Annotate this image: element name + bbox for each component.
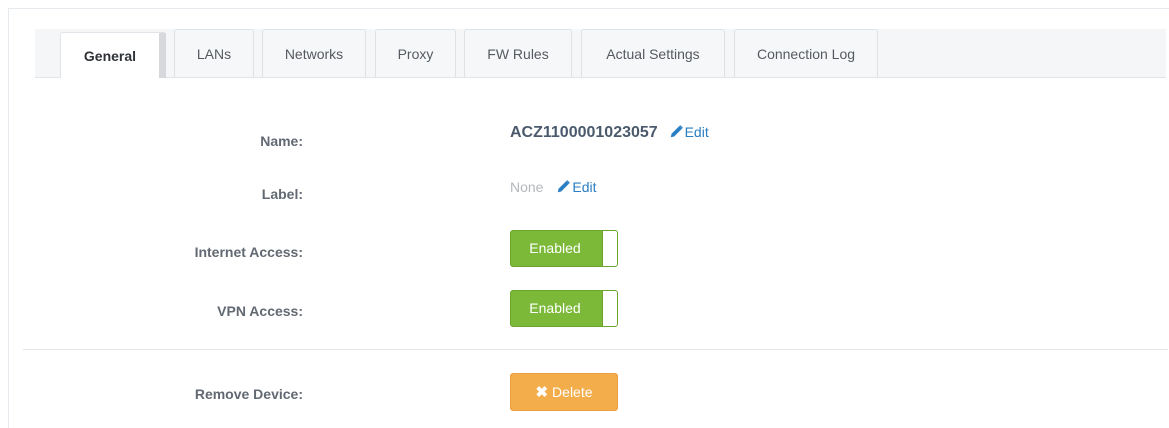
section-divider xyxy=(23,349,1168,350)
vpn-access-toggle[interactable]: Enabled xyxy=(510,290,618,327)
delete-button-label: Delete xyxy=(552,384,593,400)
delete-device-button[interactable]: ✖ Delete xyxy=(510,373,618,411)
tab-networks[interactable]: Networks xyxy=(262,29,366,77)
edit-name-label: Edit xyxy=(684,124,709,140)
tab-connection-log[interactable]: Connection Log xyxy=(734,29,878,77)
label-label: Label: xyxy=(261,186,303,202)
vpn-access-state: Enabled xyxy=(529,300,581,316)
tab-bar: General LANs Networks Proxy FW Rules Act… xyxy=(35,29,1166,78)
internet-access-label: Internet Access: xyxy=(194,244,303,260)
vpn-access-label: VPN Access: xyxy=(217,303,303,319)
tab-fw-rules[interactable]: FW Rules xyxy=(464,29,572,77)
pencil-icon xyxy=(558,180,571,193)
tab-proxy[interactable]: Proxy xyxy=(375,29,456,77)
pencil-icon xyxy=(670,125,683,138)
internet-access-toggle[interactable]: Enabled xyxy=(510,230,618,267)
name-value-group: ACZ1100001023057 Edit xyxy=(510,124,709,142)
label-value: None xyxy=(510,179,544,195)
tab-lans[interactable]: LANs xyxy=(174,29,254,77)
tab-actual-settings[interactable]: Actual Settings xyxy=(581,29,725,77)
device-name: ACZ1100001023057 xyxy=(510,124,658,141)
name-label: Name: xyxy=(260,133,303,149)
remove-device-label: Remove Device: xyxy=(194,386,303,402)
device-settings-panel: General LANs Networks Proxy FW Rules Act… xyxy=(8,8,1169,428)
toggle-handle xyxy=(602,291,617,326)
label-value-group: None Edit xyxy=(510,179,596,195)
internet-access-state: Enabled xyxy=(529,240,581,256)
toggle-handle xyxy=(602,231,617,266)
edit-label-link[interactable]: Edit xyxy=(557,179,596,195)
edit-name-link[interactable]: Edit xyxy=(670,124,709,140)
edit-label-label: Edit xyxy=(572,179,597,195)
tab-general[interactable]: General xyxy=(60,32,166,78)
times-icon: ✖ xyxy=(535,384,549,401)
